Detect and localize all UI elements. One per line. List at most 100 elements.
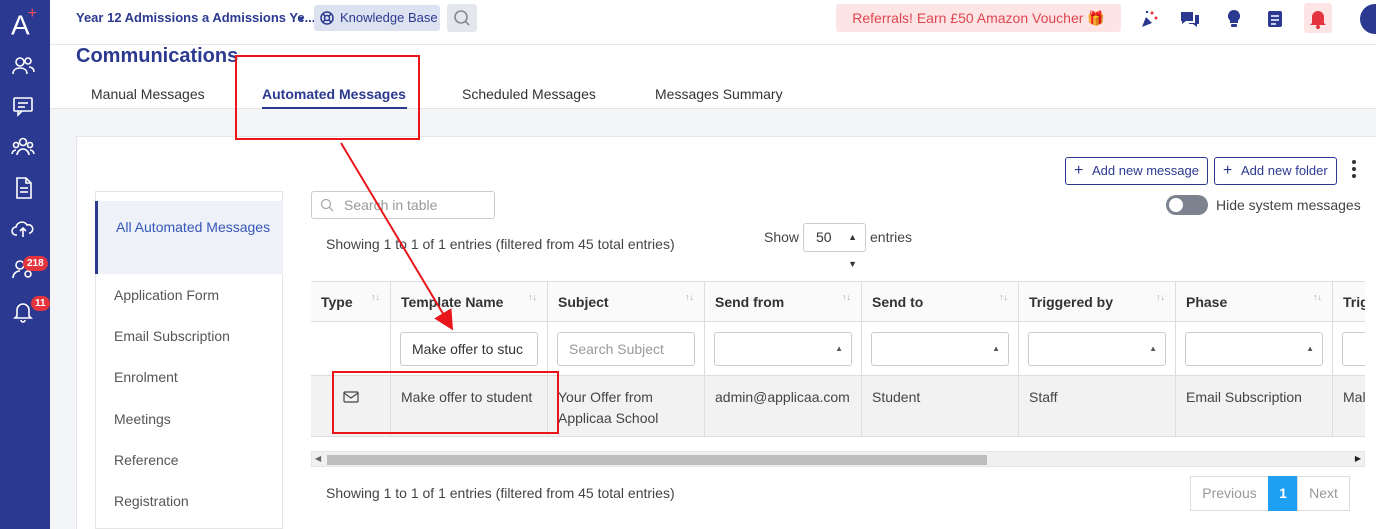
table-header: Type ↑↓ Template Name ↑↓ Subject ↑↓ Send fr… [311,281,1365,323]
send-from-filter[interactable]: ▲▼ [714,332,852,366]
sort-icon: ↑↓ [371,292,380,302]
select-arrows-icon: ▲▼ [1149,344,1157,353]
more-options-icon[interactable] [1350,158,1358,182]
sort-icon: ↑↓ [1156,292,1165,302]
search-icon [320,198,334,212]
triggered-by-cell: Staff [1019,376,1176,437]
knowledge-base-label: Knowledge Base [340,10,438,25]
previous-page-button[interactable]: Previous [1190,476,1269,511]
admission-selector[interactable]: Year 12 Admissions a Admissions Ye... [76,10,315,25]
send-from-cell: admin@applicaa.com [705,376,862,437]
template-name-cell[interactable]: Make offer to student [391,376,548,437]
col-type[interactable]: Type ↑↓ [311,282,391,323]
filter-cell-send-to: ▲▼ [862,322,1019,376]
plus-icon: + [1074,162,1084,179]
sort-icon: ↑↓ [685,292,694,302]
chat-icon[interactable] [10,93,36,119]
notes-icon[interactable] [1264,8,1286,30]
lightbulb-icon[interactable] [1223,8,1245,30]
nav-item-enrolment[interactable]: Enrolment [114,369,178,385]
table-search-input[interactable]: Search in table [311,191,495,219]
nav-item-application-form[interactable]: Application Form [114,287,219,303]
add-new-folder-button[interactable]: + Add new folder [1214,157,1337,185]
send-to-filter[interactable]: ▲▼ [871,332,1009,366]
trigger-filter[interactable] [1342,332,1365,366]
nav-item-all-automated[interactable]: All Automated Messages [95,201,283,274]
template-name-filter[interactable]: Make offer to stuc [400,332,538,366]
select-arrows-icon: ▲▼ [1306,344,1314,353]
sort-icon: ↑↓ [528,292,537,302]
filter-cell-template: Make offer to stuc [391,322,548,376]
add-new-message-button[interactable]: + Add new message [1065,157,1208,185]
add-folder-label: Add new folder [1241,163,1328,178]
avatar[interactable] [1360,4,1376,34]
page-1-button[interactable]: 1 [1268,476,1298,511]
phase-filter[interactable]: ▲▼ [1185,332,1323,366]
tab-messages-summary[interactable]: Messages Summary [655,86,783,102]
alarm-bell-icon [1310,11,1326,29]
celebration-icon[interactable] [1138,8,1160,30]
scroll-thumb[interactable] [327,455,987,465]
send-to-cell: Student [862,376,1019,437]
show-label: Show [764,229,800,245]
alerts-badge: 11 [31,296,50,311]
nav-item-label: All Automated Messages [116,219,271,235]
col-send-from[interactable]: Send from ↑↓ [705,282,862,323]
page-size-select[interactable]: 50 ▲ ▼ [803,223,866,269]
select-arrows-icon: ▲▼ [992,344,1000,353]
horizontal-scrollbar[interactable]: ◀ ▶ [311,451,1365,467]
sort-icon: ↑↓ [999,292,1008,302]
nav-item-meetings[interactable]: Meetings [114,411,171,427]
chevron-down-icon[interactable]: ▼ [297,14,306,24]
search-button[interactable] [447,4,477,32]
col-trigger[interactable]: Trig [1333,282,1365,323]
col-subject[interactable]: Subject ↑↓ [548,282,705,323]
cloud-upload-icon[interactable] [10,216,36,242]
group-icon[interactable] [10,134,36,160]
help-chat-icon[interactable] [1179,8,1201,30]
col-triggered-by[interactable]: Triggered by ↑↓ [1019,282,1176,323]
search-icon [454,10,470,26]
tab-automated-messages[interactable]: Automated Messages [262,86,406,102]
entries-info-bottom: Showing 1 to 1 of 1 entries (filtered fr… [326,485,675,501]
filter-cell-subject: Search Subject [548,322,705,376]
scroll-right-icon[interactable]: ▶ [1355,454,1361,463]
nav-item-reference[interactable]: Reference [114,452,179,468]
notifications-button[interactable] [1304,3,1332,33]
add-message-label: Add new message [1092,163,1199,178]
knowledge-base-button[interactable]: Knowledge Base [314,5,440,31]
app-logo[interactable]: A+ [0,0,50,40]
entries-label: entries [870,229,913,245]
lifebuoy-icon [320,11,334,25]
referral-banner[interactable]: Referrals! Earn £50 Amazon Voucher 🎁 [836,4,1121,32]
filter-cell-triggered-by: ▲▼ [1019,322,1176,376]
users-icon[interactable] [10,53,36,79]
phase-cell: Email Subscription [1176,376,1333,437]
col-send-to[interactable]: Send to ↑↓ [862,282,1019,323]
topbar: Year 12 Admissions a Admissions Ye... ▼ … [50,0,1376,45]
hide-system-toggle[interactable] [1166,195,1208,215]
col-phase[interactable]: Phase ↑↓ [1176,282,1333,323]
subject-filter[interactable]: Search Subject [557,332,695,366]
tab-manual-messages[interactable]: Manual Messages [91,86,205,102]
sort-icon: ↑↓ [1313,292,1322,302]
filter-cell-type [311,322,391,376]
filter-cell-trigger [1333,322,1365,376]
next-page-button[interactable]: Next [1297,476,1350,511]
type-cell [311,376,391,437]
nav-item-registration[interactable]: Registration [114,493,189,509]
scroll-left-icon[interactable]: ◀ [315,454,321,463]
nav-item-email-subscription[interactable]: Email Subscription [114,328,230,344]
document-icon[interactable] [10,175,36,201]
col-template-name[interactable]: Template Name ↑↓ [391,282,548,323]
sidebar: A+ 218 11 [0,0,50,529]
tab-scheduled-messages[interactable]: Scheduled Messages [462,86,596,102]
search-placeholder: Search in table [344,197,438,213]
table-row[interactable]: Make offer to student Your Offer from Ap… [311,376,1365,437]
triggered-by-filter[interactable]: ▲▼ [1028,332,1166,366]
select-arrows-icon: ▲▼ [848,232,857,269]
filter-cell-send-from: ▲▼ [705,322,862,376]
notification-badge: 218 [23,256,48,271]
envelope-icon [343,391,359,403]
subject-cell: Your Offer from Applicaa School [548,376,705,437]
